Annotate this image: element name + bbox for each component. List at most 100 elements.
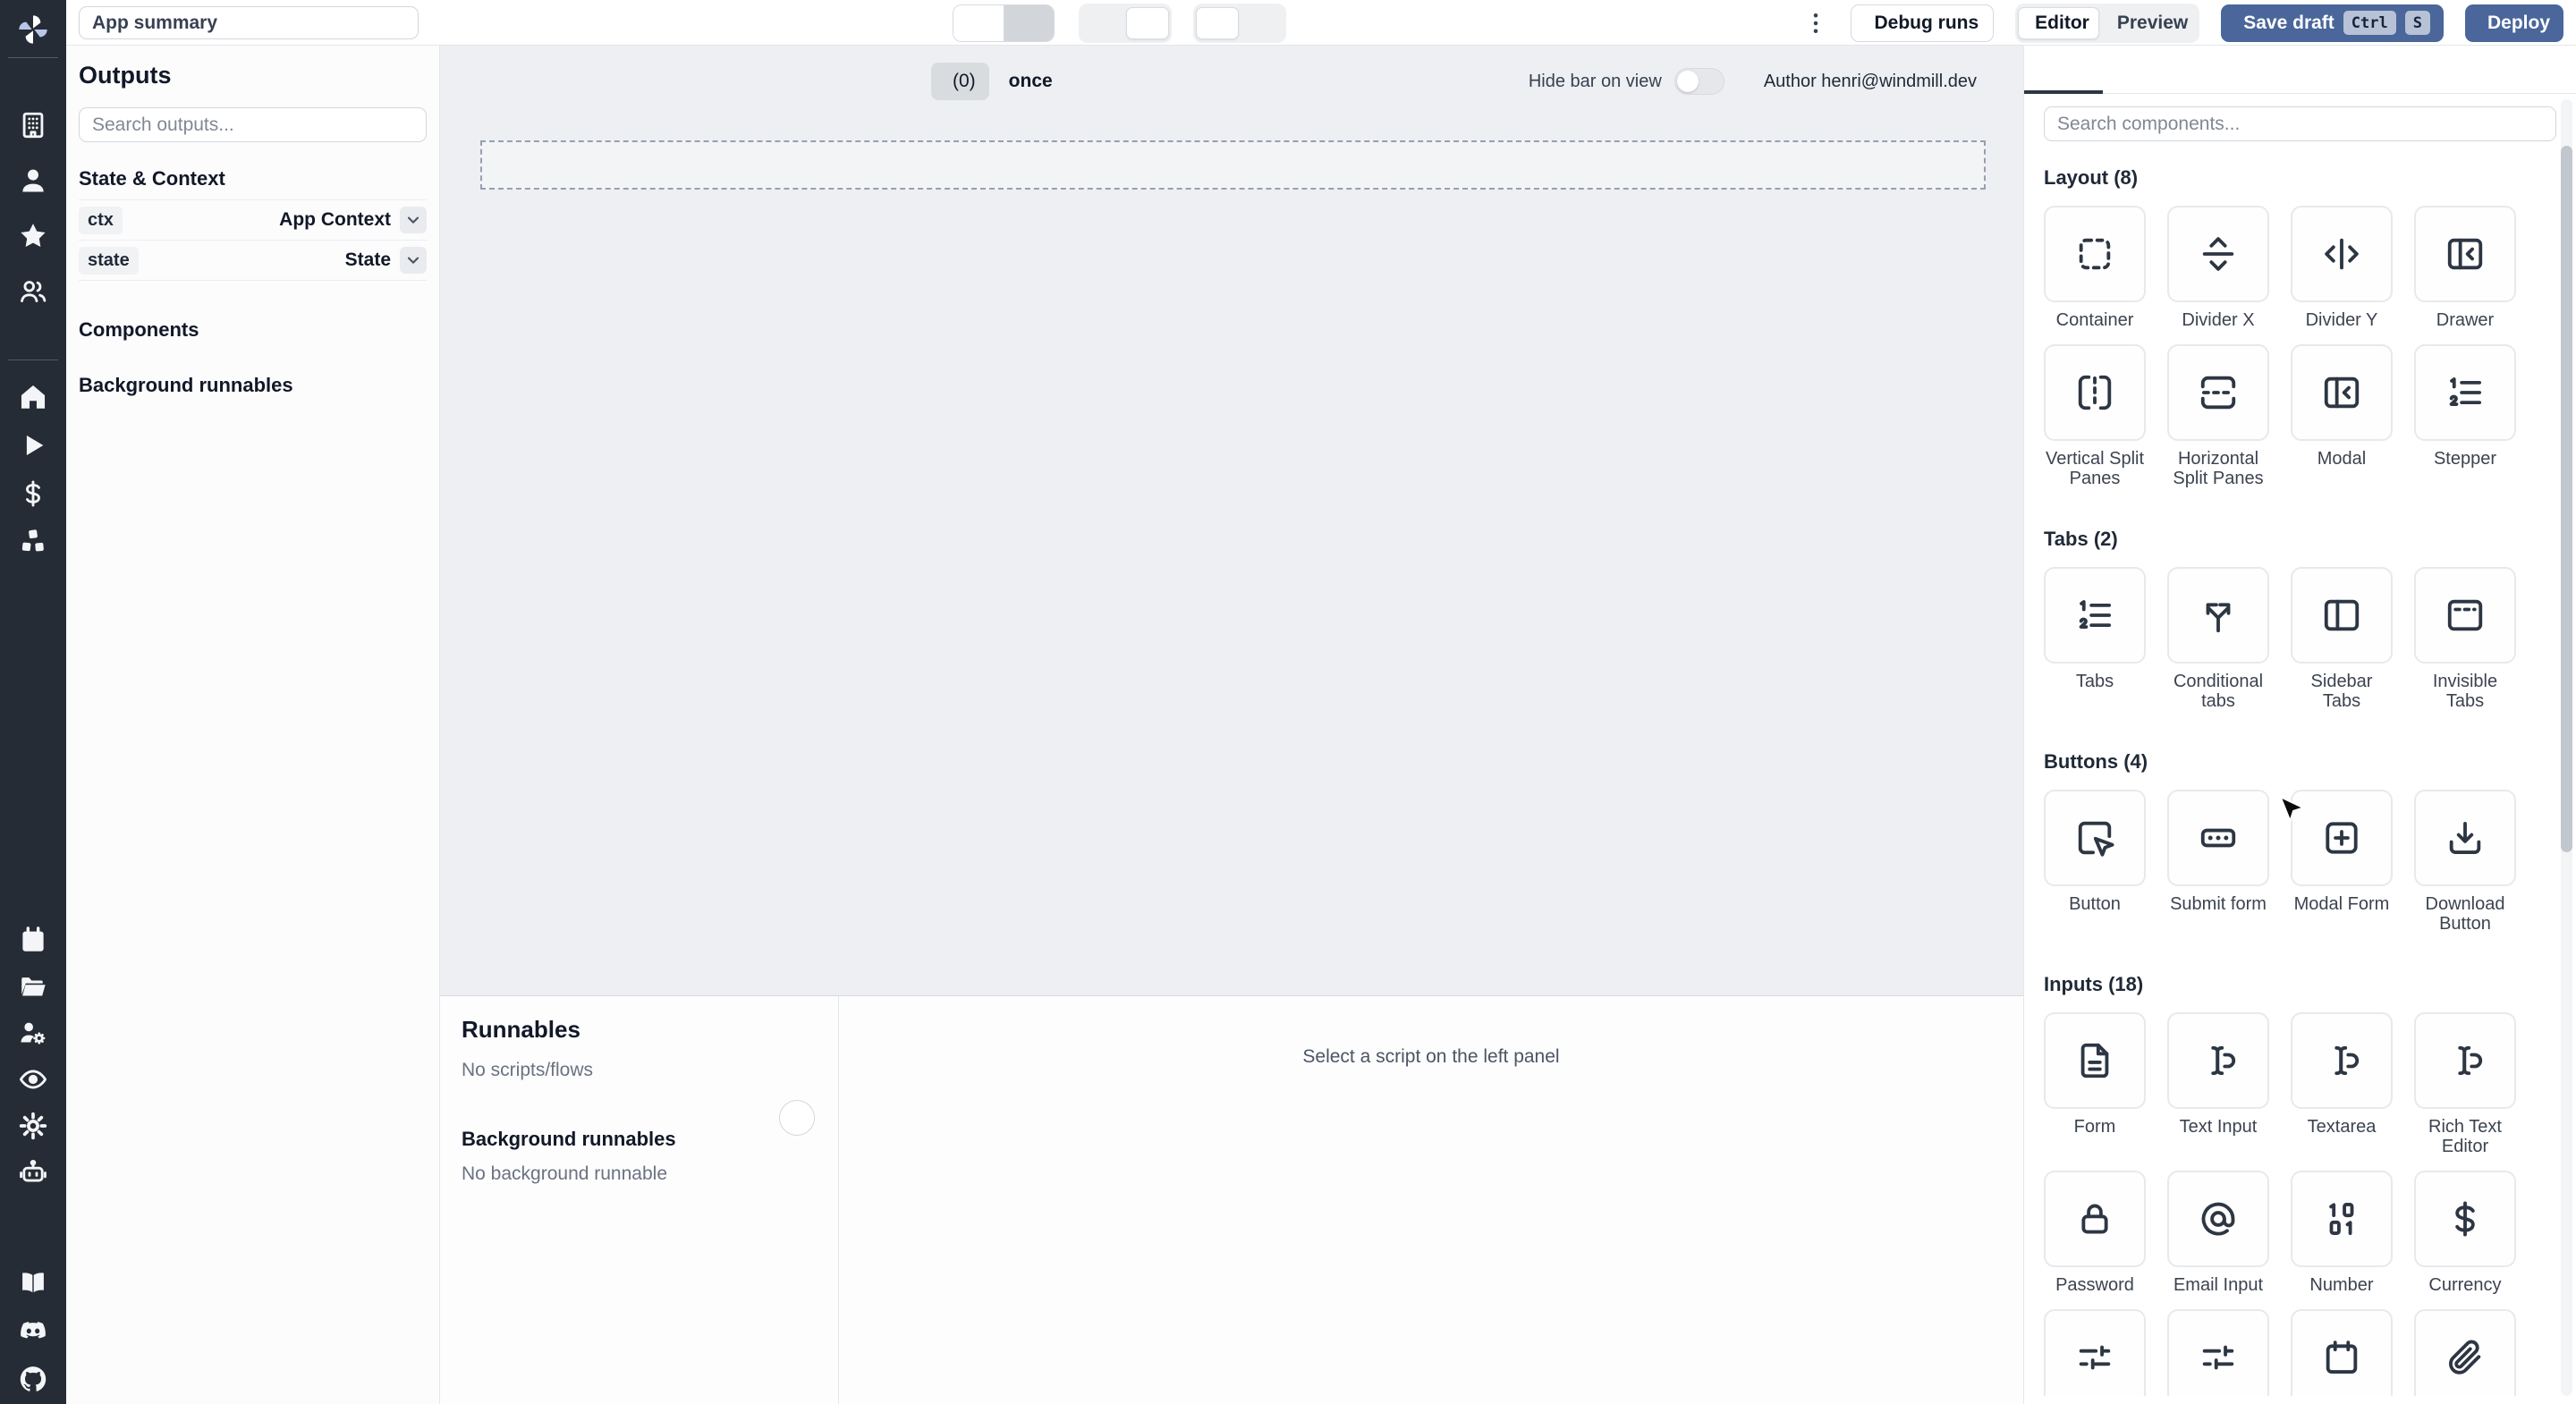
dollar-icon[interactable] <box>17 478 49 510</box>
user-icon[interactable] <box>17 165 49 197</box>
search-components-input[interactable] <box>2044 106 2556 141</box>
component-label: Invisible Tabs <box>2432 672 2498 711</box>
component-card-button[interactable] <box>2044 790 2146 886</box>
component-card-text-input[interactable] <box>2167 1012 2269 1109</box>
component-item: Number <box>2291 1171 2393 1295</box>
schedule-select[interactable]: once <box>1009 71 1060 92</box>
section-title: Tabs (2) <box>2044 528 2118 550</box>
component-item: Password <box>2044 1171 2146 1295</box>
undo-button[interactable] <box>953 5 1004 41</box>
canvas-dropzone[interactable] <box>480 140 1986 190</box>
component-card-range[interactable] <box>2167 1309 2269 1396</box>
eye-icon[interactable] <box>17 1063 49 1095</box>
kebab-menu-icon[interactable] <box>1802 10 1829 37</box>
search-outputs-input[interactable] <box>79 107 427 142</box>
expand-row-button[interactable] <box>400 247 427 274</box>
component-card-divider-x[interactable] <box>2167 206 2269 302</box>
app-rail <box>0 0 66 1404</box>
app-canvas[interactable]: (0) once Hide bar on view Author henri@w… <box>440 46 2023 995</box>
book-open-icon[interactable] <box>17 1266 49 1298</box>
component-card-email-input[interactable] <box>2167 1171 2269 1267</box>
component-card-file-input[interactable] <box>2414 1309 2516 1396</box>
app-summary-input[interactable] <box>79 6 419 39</box>
canvas-controls-right: Hide bar on view Author henri@windmill.d… <box>1529 63 1986 100</box>
component-item: Email Input <box>2167 1171 2269 1295</box>
component-card-date[interactable] <box>2291 1309 2393 1396</box>
panel-left-close-icon <box>2321 372 2362 413</box>
play-icon[interactable] <box>17 429 49 461</box>
lock-icon <box>2074 1198 2115 1239</box>
palette-scrollbar[interactable] <box>2561 99 2572 1396</box>
component-item: Sidebar Tabs <box>2291 567 2393 711</box>
calendar-icon[interactable] <box>17 924 49 956</box>
users-icon[interactable] <box>17 275 49 308</box>
scrollbar-thumb[interactable] <box>2561 146 2572 852</box>
component-card-modal[interactable] <box>2291 344 2393 441</box>
split-icon <box>2198 595 2239 636</box>
save-draft-button[interactable]: Save draft Ctrl S <box>2221 4 2444 42</box>
runnables-panel: Runnables No scripts/flows Background ru… <box>440 995 2023 1404</box>
component-card-container[interactable] <box>2044 206 2146 302</box>
component-sections: Layout (8) Container Divider X Divider Y Dra… <box>2024 141 2576 1396</box>
deploy-button[interactable]: Deploy <box>2464 4 2563 42</box>
discord-icon[interactable] <box>17 1315 49 1347</box>
tab-insert-component[interactable] <box>2024 46 2094 93</box>
folder-open-icon[interactable] <box>17 970 49 1002</box>
debug-runs-button[interactable]: Debug runs <box>1850 4 1995 42</box>
component-card-vertical-split-panes[interactable] <box>2044 344 2146 441</box>
component-card-conditional-tabs[interactable] <box>2167 567 2269 664</box>
component-card-rich-text-editor[interactable] <box>2414 1012 2516 1109</box>
redo-button[interactable] <box>1004 5 1054 41</box>
component-card-slider[interactable] <box>2044 1309 2146 1396</box>
component-card-currency[interactable] <box>2414 1171 2516 1267</box>
flip-v-icon <box>2198 372 2239 413</box>
fullwidth-layout-button[interactable] <box>1241 7 1284 39</box>
component-card-tabs[interactable] <box>2044 567 2146 664</box>
mobile-view-button[interactable] <box>1081 7 1124 39</box>
runnables-list: Runnables No scripts/flows Background ru… <box>440 996 839 1404</box>
component-card-form[interactable] <box>2044 1012 2146 1109</box>
component-card-password[interactable] <box>2044 1171 2146 1267</box>
robot-icon[interactable] <box>17 1156 49 1188</box>
tab-theme[interactable] <box>2164 46 2233 93</box>
component-label: Vertical Split Panes <box>2045 449 2145 488</box>
component-card-number[interactable] <box>2291 1171 2393 1267</box>
component-card-textarea[interactable] <box>2291 1012 2393 1109</box>
component-grid: Form Text Input Textarea Rich Text Editor Pa… <box>2044 1012 2556 1396</box>
component-item: Conditional tabs <box>2167 567 2269 711</box>
expand-row-button[interactable] <box>400 207 427 233</box>
editor-tab[interactable]: Editor <box>2018 6 2099 39</box>
desktop-view-button[interactable] <box>1126 7 1169 39</box>
component-label: Download Button <box>2425 894 2505 934</box>
separator-v-icon <box>2321 233 2362 275</box>
component-card-submit-form[interactable] <box>2167 790 2269 886</box>
device-toggle-group <box>1079 4 1172 43</box>
add-background-runnable-button[interactable] <box>779 1100 815 1136</box>
component-card-divider-y[interactable] <box>2291 206 2393 302</box>
component-grid: Container Divider X Divider Y Drawer Vertica… <box>2044 206 2556 503</box>
component-grid: Tabs Conditional tabs Sidebar Tabs Invisibl… <box>2044 567 2556 725</box>
star-icon[interactable] <box>17 220 49 252</box>
no-background-text: No background runnable <box>462 1163 667 1184</box>
hide-bar-toggle[interactable] <box>1674 68 1724 95</box>
component-card-drawer[interactable] <box>2414 206 2516 302</box>
github-icon[interactable] <box>17 1363 49 1395</box>
building-icon[interactable] <box>17 109 49 141</box>
users-gear-icon[interactable] <box>17 1017 49 1049</box>
boxes-icon[interactable] <box>17 526 49 558</box>
component-card-sidebar-tabs[interactable] <box>2291 567 2393 664</box>
kbd-s: S <box>2404 11 2430 35</box>
dollar-icon <box>2445 1198 2486 1239</box>
preview-tab[interactable]: Preview <box>2101 7 2197 39</box>
list-ordered-icon <box>2445 372 2486 413</box>
component-card-download-button[interactable] <box>2414 790 2516 886</box>
component-card-stepper[interactable] <box>2414 344 2516 441</box>
center-layout-button[interactable] <box>1196 7 1239 39</box>
tab-components-settings[interactable] <box>2094 46 2164 93</box>
refresh-count-button[interactable]: (0) <box>931 63 989 100</box>
component-card-horizontal-split-panes[interactable] <box>2167 344 2269 441</box>
gear-icon[interactable] <box>17 1110 49 1142</box>
home-icon[interactable] <box>17 381 49 413</box>
component-card-invisible-tabs[interactable] <box>2414 567 2516 664</box>
windmill-logo[interactable] <box>14 11 52 48</box>
